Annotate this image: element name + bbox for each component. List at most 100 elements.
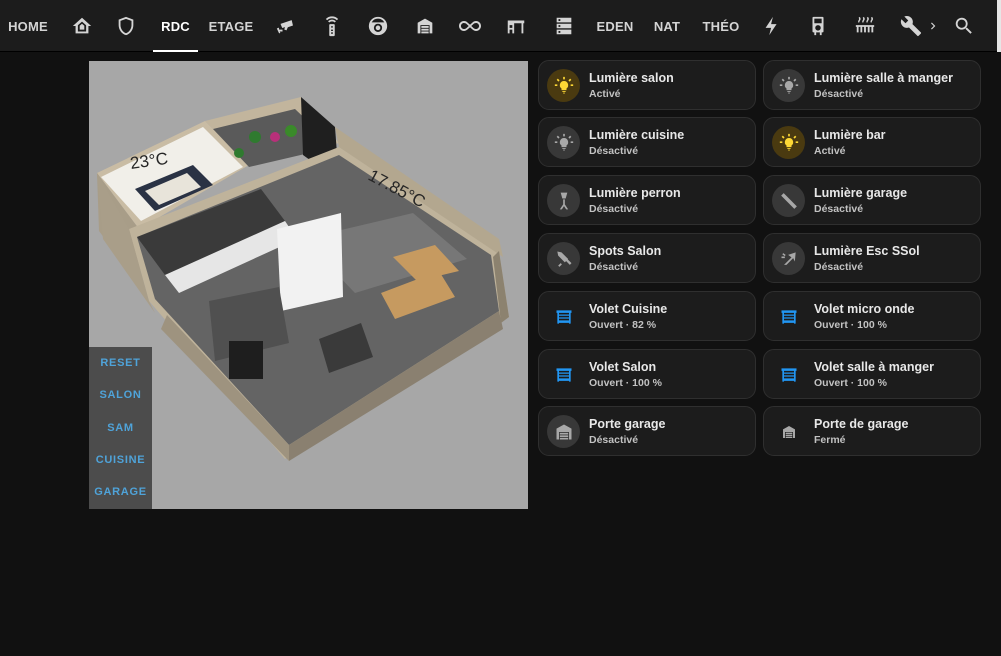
entity-name: Lumière perron (589, 186, 681, 200)
window-shutter-icon (781, 309, 796, 324)
tab-water-heater[interactable] (802, 0, 834, 52)
zone-salon-button[interactable]: SALON (89, 385, 152, 405)
card-spots-salon[interactable]: Spots Salon Désactivé (538, 233, 756, 283)
radiator-icon (855, 16, 875, 33)
tab-etage[interactable]: ETAGE (207, 0, 255, 52)
tab-theo-label: THÉO (702, 18, 740, 34)
home-shield-icon (72, 17, 92, 34)
entity-state: Ouvert · 100 % (589, 377, 662, 389)
entity-state: Désactivé (589, 203, 639, 215)
zone-garage-button[interactable]: GARAGE (89, 482, 152, 502)
tab-rdc[interactable]: RDC (153, 0, 198, 52)
tab-home-shield[interactable] (66, 0, 98, 52)
lightning-icon (765, 16, 777, 36)
entity-name: Volet micro onde (814, 302, 915, 316)
tab-infinity[interactable] (454, 0, 486, 52)
tab-shield[interactable] (110, 0, 142, 52)
wrench-icon (900, 16, 922, 37)
floorplan-card[interactable]: 23°C 17.85°C RESET SALON SAM CUISINE GAR… (89, 61, 528, 509)
tab-nat[interactable]: NAT (649, 0, 685, 52)
warehouse-icon (417, 18, 433, 34)
card-lumiere-salon[interactable]: Lumière salon Activé (538, 60, 756, 110)
entity-icon-badge (772, 242, 805, 275)
card-volet-cuisine[interactable]: Volet Cuisine Ouvert · 82 % (538, 291, 756, 341)
entity-name: Lumière bar (814, 128, 886, 142)
entity-state: Désactivé (589, 145, 639, 157)
tab-energy[interactable] (756, 0, 788, 52)
card-lumiere-bar[interactable]: Lumière bar Activé (763, 117, 981, 167)
entity-icon-badge (772, 184, 805, 217)
shield-icon (118, 16, 134, 36)
spotlight-icon (556, 251, 571, 267)
window-shutter-icon (781, 367, 796, 382)
tab-etage-label: ETAGE (208, 18, 254, 34)
entity-icon-badge (547, 126, 580, 159)
tab-desk[interactable] (500, 0, 532, 52)
remote-icon (325, 16, 339, 37)
entity-state: Désactivé (814, 88, 864, 100)
entity-name: Lumière Esc SSol (814, 244, 920, 258)
entity-state: Désactivé (814, 203, 864, 215)
entity-icon-badge (772, 358, 805, 391)
desk-icon (507, 20, 525, 34)
entity-name: Volet salle à manger (814, 360, 934, 374)
garage-icon (556, 424, 571, 439)
entity-state: Désactivé (589, 434, 639, 446)
card-porte-garage[interactable]: Porte garage Désactivé (538, 406, 756, 456)
lightbulb-icon (779, 133, 798, 150)
card-volet-micro-onde[interactable]: Volet micro onde Ouvert · 100 % (763, 291, 981, 341)
card-lumiere-perron[interactable]: Lumière perron Désactivé (538, 175, 756, 225)
card-lumiere-cuisine[interactable]: Lumière cuisine Désactivé (538, 117, 756, 167)
infinity-icon (459, 21, 481, 31)
entity-name: Lumière garage (814, 186, 908, 200)
tab-scroll-right[interactable] (926, 0, 940, 52)
entity-icon-badge (547, 242, 580, 275)
floor-lamp-icon (559, 192, 568, 209)
entity-state: Activé (814, 145, 846, 157)
card-lumiere-esc-ssol[interactable]: Lumière Esc SSol Désactivé (763, 233, 981, 283)
search-button[interactable] (950, 0, 978, 52)
entity-name: Volet Salon (589, 360, 657, 374)
card-porte-de-garage[interactable]: Porte de garage Fermé (763, 406, 981, 456)
entity-icon-badge (772, 69, 805, 102)
tab-home[interactable]: HOME (2, 0, 54, 52)
entity-name: Porte de garage (814, 417, 909, 431)
entity-state: Ouvert · 82 % (589, 319, 657, 331)
card-volet-salon[interactable]: Volet Salon Ouvert · 100 % (538, 349, 756, 399)
entity-name: Porte garage (589, 417, 666, 431)
entity-state: Fermé (814, 434, 846, 446)
tab-theo[interactable]: THÉO (698, 0, 744, 52)
tab-radiator[interactable] (848, 0, 882, 52)
entity-icon-badge (772, 415, 805, 448)
tab-remote[interactable] (316, 0, 348, 52)
window-shutter-icon (556, 309, 571, 324)
tab-nat-label: NAT (653, 18, 681, 34)
window-shutter-icon (556, 367, 571, 382)
window-edge (997, 0, 1001, 52)
floorplan-3d-image[interactable]: 23°C 17.85°C (89, 61, 528, 509)
entity-state: Désactivé (589, 261, 639, 273)
card-volet-salle-a-manger[interactable]: Volet salle à manger Ouvert · 100 % (763, 349, 981, 399)
zone-reset-button[interactable]: RESET (89, 353, 152, 373)
tab-server[interactable] (548, 0, 580, 52)
entity-state: Désactivé (814, 261, 864, 273)
entity-state: Ouvert · 100 % (814, 377, 887, 389)
lightbulb-icon (554, 76, 573, 93)
lightbulb-icon (554, 133, 573, 150)
entity-state: Activé (589, 88, 621, 100)
entity-icon-badge (547, 300, 580, 333)
card-lumiere-garage[interactable]: Lumière garage Désactivé (763, 175, 981, 225)
tab-wrench[interactable] (897, 0, 925, 52)
tab-robot-vacuum[interactable] (362, 0, 394, 52)
cctv-icon (276, 20, 293, 34)
tab-cctv[interactable] (270, 0, 302, 52)
tab-eden[interactable]: EDEN (594, 0, 636, 52)
entity-name: Lumière salon (589, 71, 674, 85)
search-icon (955, 17, 972, 34)
zone-sam-button[interactable]: SAM (89, 418, 152, 438)
tab-eden-label: EDEN (596, 18, 634, 34)
zone-cuisine-button[interactable]: CUISINE (89, 450, 152, 470)
server-icon (556, 17, 572, 35)
card-lumiere-salle-a-manger[interactable]: Lumière salle à manger Désactivé (763, 60, 981, 110)
tab-warehouse[interactable] (409, 0, 441, 52)
